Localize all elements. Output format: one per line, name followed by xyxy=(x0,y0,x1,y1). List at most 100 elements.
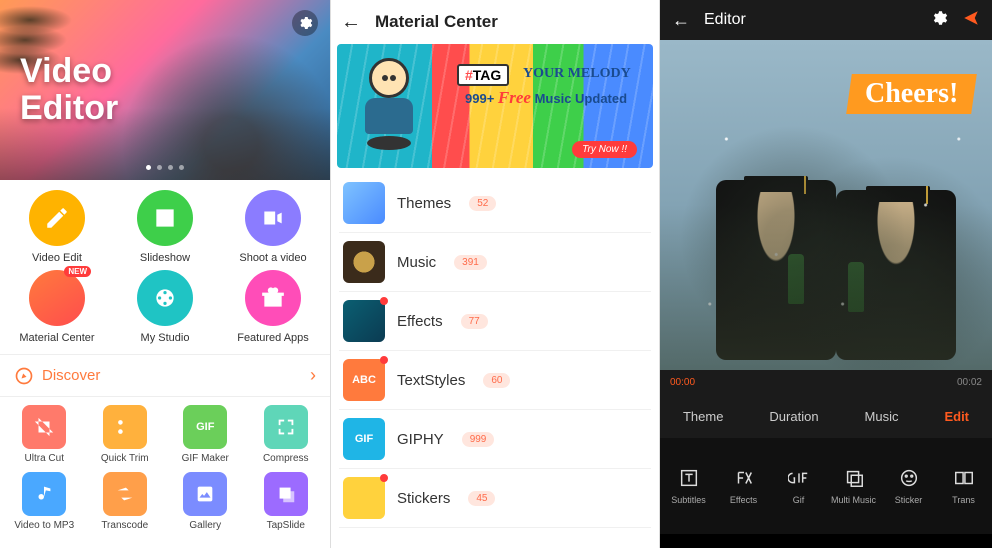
editor-tabs: Theme Duration Music Edit xyxy=(660,394,992,438)
material-row-effects[interactable]: Effects 77 xyxy=(339,292,651,351)
back-button[interactable]: ← xyxy=(672,10,690,31)
menu-slideshow[interactable]: Slideshow xyxy=(114,190,216,264)
new-badge: NEW xyxy=(64,266,91,277)
melody-text: YOUR MELODY xyxy=(523,66,631,82)
tool-quick-trim[interactable]: Quick Trim xyxy=(87,405,164,464)
menu-material-center[interactable]: NEW Material Center xyxy=(6,270,108,344)
giphy-thumb: GIF xyxy=(343,418,385,460)
material-row-textstyles[interactable]: ABC TextStyles 60 xyxy=(339,351,651,410)
promo-banner[interactable]: #TAG YOUR MELODY 999+ Free Music Updated… xyxy=(337,44,653,168)
tool-transcode[interactable]: Transcode xyxy=(87,472,164,531)
cap-icon xyxy=(744,176,808,192)
tab-music[interactable]: Music xyxy=(865,409,899,424)
material-row-giphy[interactable]: GIF GIPHY 999 xyxy=(339,410,651,469)
editor-toolbar: ← Editor xyxy=(660,0,992,40)
tag-chip: #TAG xyxy=(457,64,509,86)
tool-tapslide[interactable]: TapSlide xyxy=(248,472,325,531)
scissors-icon xyxy=(114,416,136,438)
menu-label: Video Edit xyxy=(32,252,82,264)
tool-video-to-mp3[interactable]: Video to MP3 xyxy=(6,472,83,531)
sticker-icon xyxy=(898,467,920,489)
edit-tools: Subtitles Effects Gif Multi Music Sticke… xyxy=(660,438,992,534)
gift-icon xyxy=(260,285,286,311)
timeline[interactable]: 00:00 00:02 xyxy=(660,370,992,394)
new-dot xyxy=(380,297,388,305)
promo-subtitle: 999+ Free Music Updated xyxy=(465,88,627,108)
effects-thumb xyxy=(343,300,385,342)
video-preview[interactable]: Cheers! xyxy=(660,40,992,370)
time-end: 00:02 xyxy=(957,377,982,388)
tool-sticker[interactable]: Sticker xyxy=(882,467,935,505)
time-current: 00:00 xyxy=(670,377,695,388)
convert-icon xyxy=(114,483,136,505)
slides-icon xyxy=(275,483,297,505)
count-badge: 45 xyxy=(468,491,495,506)
tool-multi-music[interactable]: Multi Music xyxy=(827,467,880,505)
gif-icon: GIF xyxy=(183,405,227,449)
chevron-right-icon: › xyxy=(310,365,316,386)
music-thumb xyxy=(343,241,385,283)
export-button[interactable] xyxy=(962,9,980,32)
tab-edit[interactable]: Edit xyxy=(944,409,969,424)
tool-compress[interactable]: Compress xyxy=(248,405,325,464)
material-row-music[interactable]: Music 391 xyxy=(339,233,651,292)
gear-icon xyxy=(930,9,948,27)
gear-icon xyxy=(297,15,313,31)
compass-icon xyxy=(14,366,34,386)
menu-video-edit[interactable]: Video Edit xyxy=(6,190,108,264)
menu-label: Featured Apps xyxy=(237,332,309,344)
discover-label: Discover xyxy=(42,367,100,384)
cap-icon xyxy=(866,186,930,202)
menu-my-studio[interactable]: My Studio xyxy=(114,270,216,344)
tools-grid: Ultra Cut Quick Trim GIFGIF Maker Compre… xyxy=(0,397,330,539)
confetti-overlay xyxy=(660,40,992,370)
music-note-icon xyxy=(33,483,55,505)
send-icon xyxy=(962,9,980,27)
gif-icon xyxy=(788,467,810,489)
tool-transition[interactable]: Trans xyxy=(937,467,990,505)
material-row-themes[interactable]: Themes 52 xyxy=(339,174,651,233)
menu-shoot-video[interactable]: Shoot a video xyxy=(222,190,324,264)
home-screen: Video Editor Video Edit Slideshow Shoot … xyxy=(0,0,330,548)
hero-banner[interactable]: Video Editor xyxy=(0,0,330,180)
tool-subtitles[interactable]: Subtitles xyxy=(662,467,715,505)
menu-label: Slideshow xyxy=(140,252,190,264)
crop-icon xyxy=(33,416,55,438)
dj-illustration xyxy=(353,58,425,154)
menu-label: Material Center xyxy=(19,332,94,344)
discover-row[interactable]: Discover › xyxy=(0,354,330,397)
editor-screen: ← Editor Cheers! 00:00 00:02 Theme Durat… xyxy=(660,0,992,548)
tool-effects[interactable]: Effects xyxy=(717,467,770,505)
fx-icon xyxy=(733,467,755,489)
count-badge: 391 xyxy=(454,255,487,270)
try-now-button[interactable]: Try Now !! xyxy=(572,141,637,158)
back-button[interactable]: ← xyxy=(341,11,361,34)
tab-theme[interactable]: Theme xyxy=(683,409,723,424)
textstyles-thumb: ABC xyxy=(343,359,385,401)
themes-thumb xyxy=(343,182,385,224)
count-badge: 77 xyxy=(461,314,488,329)
bottle-icon xyxy=(788,254,804,304)
bottle-icon xyxy=(848,262,864,312)
settings-button[interactable] xyxy=(930,9,948,32)
new-dot xyxy=(380,474,388,482)
count-badge: 52 xyxy=(469,196,496,211)
screen-title: Material Center xyxy=(375,12,498,32)
screen-title: Editor xyxy=(704,11,746,29)
material-list: Themes 52 Music 391 Effects 77 ABC TextS… xyxy=(331,168,659,528)
camera-icon xyxy=(260,205,286,231)
toolbar: ← Material Center xyxy=(331,0,659,44)
material-row-stickers[interactable]: Stickers 45 xyxy=(339,469,651,528)
tool-gif[interactable]: Gif xyxy=(772,467,825,505)
image-icon xyxy=(152,205,178,231)
pencil-icon xyxy=(44,205,70,231)
menu-featured-apps[interactable]: Featured Apps xyxy=(222,270,324,344)
tool-gif-maker[interactable]: GIFGIF Maker xyxy=(167,405,244,464)
tab-duration[interactable]: Duration xyxy=(769,409,818,424)
material-center-screen: ← Material Center #TAG YOUR MELODY 999+ … xyxy=(330,0,660,548)
tool-ultra-cut[interactable]: Ultra Cut xyxy=(6,405,83,464)
text-overlay[interactable]: Cheers! xyxy=(849,74,974,114)
settings-button[interactable] xyxy=(292,10,318,36)
count-badge: 999 xyxy=(462,432,495,447)
tool-gallery[interactable]: Gallery xyxy=(167,472,244,531)
